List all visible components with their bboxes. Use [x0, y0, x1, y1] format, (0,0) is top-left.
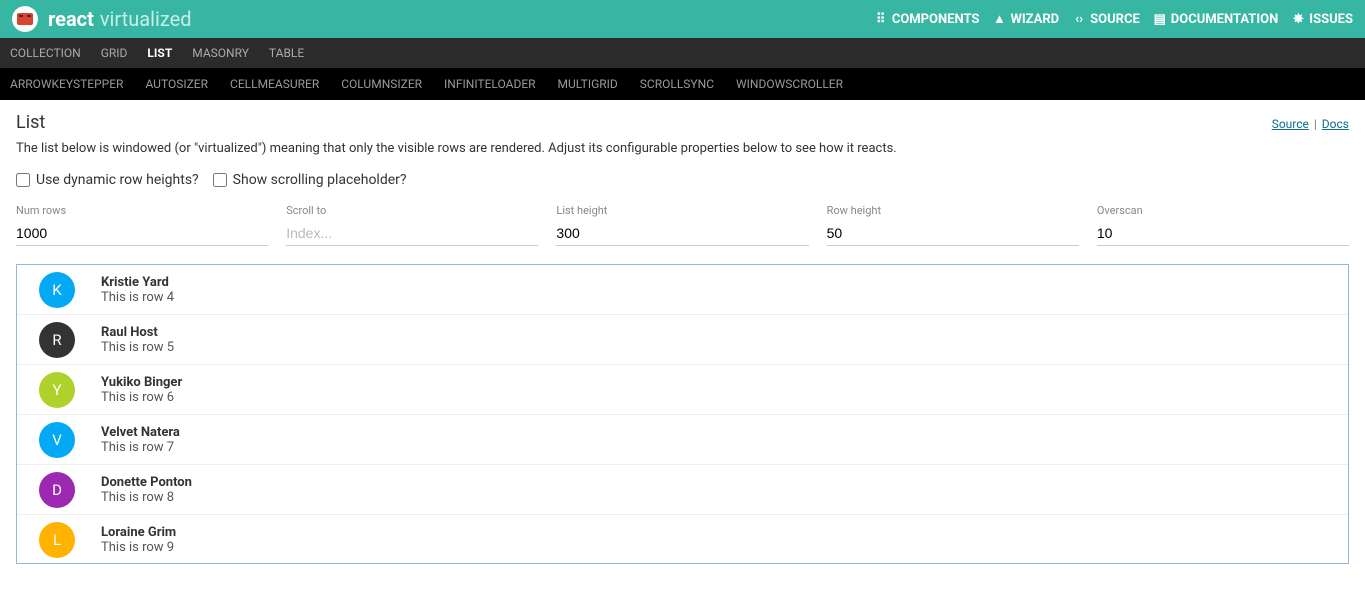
subnav-collection[interactable]: COLLECTION: [10, 46, 81, 60]
row-subtext: This is row 9: [101, 540, 176, 555]
list-row[interactable]: V Velvet NateraThis is row 7: [17, 415, 1348, 465]
subnav-table[interactable]: TABLE: [269, 46, 304, 60]
row-subtext: This is row 5: [101, 340, 174, 355]
issues-icon: ✸: [1292, 13, 1304, 25]
docs-link[interactable]: Docs: [1322, 117, 1349, 131]
docs-icon: ▤: [1154, 13, 1166, 25]
subsubnav-cellmeasurer[interactable]: CELLMEASURER: [230, 77, 319, 91]
nav-label: WIZARD: [1010, 12, 1059, 27]
row-name: Loraine Grim: [101, 525, 176, 540]
fields-row: Num rows Scroll to List height Row heigh…: [16, 204, 1349, 246]
rowheight-label: Row height: [827, 204, 1079, 217]
avatar: K: [39, 272, 75, 308]
subnav-list[interactable]: LIST: [147, 46, 172, 60]
page-title: List: [16, 112, 45, 133]
row-subtext: This is row 8: [101, 490, 192, 505]
scrollto-input[interactable]: [286, 221, 538, 246]
dynamic-row-heights-checkbox[interactable]: [16, 173, 30, 187]
nav-wizard[interactable]: ▲ WIZARD: [993, 12, 1059, 27]
scrolling-placeholder-text: Show scrolling placeholder?: [233, 172, 407, 188]
avatar: D: [39, 472, 75, 508]
nav-label: SOURCE: [1090, 12, 1140, 27]
subnav: COLLECTION GRID LIST MASONRY TABLE: [0, 38, 1365, 68]
row-name: Donette Ponton: [101, 475, 192, 490]
list-row[interactable]: K Kristie YardThis is row 4: [17, 265, 1348, 315]
subnav-grid[interactable]: GRID: [101, 46, 128, 60]
nav-source[interactable]: ‹› SOURCE: [1073, 12, 1140, 27]
nav-label: COMPONENTS: [892, 12, 980, 27]
row-text: Raul HostThis is row 5: [101, 325, 174, 355]
avatar: R: [39, 322, 75, 358]
nav-label: ISSUES: [1309, 12, 1353, 27]
overscan-input[interactable]: [1097, 221, 1349, 246]
header: react virtualized ⠿ COMPONENTS ▲ WIZARD ‹› SO…: [0, 0, 1365, 38]
row-subtext: This is row 4: [101, 290, 174, 305]
row-text: Loraine GrimThis is row 9: [101, 525, 176, 555]
grid-icon: ⠿: [875, 13, 887, 25]
nav-components[interactable]: ⠿ COMPONENTS: [875, 12, 980, 27]
scrollto-label: Scroll to: [286, 204, 538, 217]
avatar: Y: [39, 372, 75, 408]
scrollto-field: Scroll to: [286, 204, 538, 246]
brand: react virtualized: [48, 7, 191, 31]
list-row[interactable]: L Loraine GrimThis is row 9: [17, 515, 1348, 564]
rowheight-input[interactable]: [827, 221, 1079, 246]
scrolling-placeholder-checkbox[interactable]: [213, 173, 227, 187]
listheight-label: List height: [556, 204, 808, 217]
checkbox-row: Use dynamic row heights? Show scrolling …: [16, 172, 1349, 188]
row-name: Kristie Yard: [101, 275, 174, 290]
row-text: Velvet NateraThis is row 7: [101, 425, 180, 455]
subnav-masonry[interactable]: MASONRY: [192, 46, 249, 60]
list-row[interactable]: D Donette PontonThis is row 8: [17, 465, 1348, 515]
virtualized-list[interactable]: KKristie YardThis is row 4RRaul HostThis…: [16, 264, 1349, 564]
brand-secondary: virtualized: [100, 7, 192, 31]
dynamic-row-heights-label[interactable]: Use dynamic row heights?: [16, 172, 199, 188]
source-icon: ‹›: [1073, 13, 1085, 25]
title-links: Source | Docs: [1272, 117, 1349, 131]
subsubnav-scrollsync[interactable]: SCROLLSYNC: [640, 77, 714, 91]
brand-primary: react: [48, 7, 94, 31]
row-name: Raul Host: [101, 325, 174, 340]
list-row[interactable]: Y Yukiko BingerThis is row 6: [17, 365, 1348, 415]
subsubnav: ARROWKEYSTEPPER AUTOSIZER CELLMEASURER COLU…: [0, 68, 1365, 100]
rowheight-field: Row height: [827, 204, 1079, 246]
row-subtext: This is row 6: [101, 390, 182, 405]
dynamic-row-heights-text: Use dynamic row heights?: [36, 172, 199, 188]
logo: [12, 6, 38, 32]
overscan-label: Overscan: [1097, 204, 1349, 217]
nav-label: DOCUMENTATION: [1171, 12, 1279, 27]
scrolling-placeholder-label[interactable]: Show scrolling placeholder?: [213, 172, 407, 188]
listheight-input[interactable]: [556, 221, 808, 246]
list-row[interactable]: R Raul HostThis is row 5: [17, 315, 1348, 365]
subsubnav-arrowkeystepper[interactable]: ARROWKEYSTEPPER: [10, 77, 123, 91]
subsubnav-windowscroller[interactable]: WINDOWSCROLLER: [736, 77, 843, 91]
nav-documentation[interactable]: ▤ DOCUMENTATION: [1154, 12, 1279, 27]
row-name: Yukiko Binger: [101, 375, 182, 390]
row-name: Velvet Natera: [101, 425, 180, 440]
source-link[interactable]: Source: [1272, 117, 1309, 131]
wizard-icon: ▲: [993, 13, 1005, 25]
row-text: Kristie YardThis is row 4: [101, 275, 174, 305]
overscan-field: Overscan: [1097, 204, 1349, 246]
subsubnav-autosizer[interactable]: AUTOSIZER: [145, 77, 208, 91]
numrows-input[interactable]: [16, 221, 268, 246]
row-subtext: This is row 7: [101, 440, 180, 455]
numrows-field: Num rows: [16, 204, 268, 246]
content: List Source | Docs The list below is win…: [0, 100, 1365, 576]
subsubnav-columnsizer[interactable]: COLUMNSIZER: [341, 77, 422, 91]
row-text: Yukiko BingerThis is row 6: [101, 375, 182, 405]
header-nav: ⠿ COMPONENTS ▲ WIZARD ‹› SOURCE ▤ DOCUMENTATION…: [875, 12, 1353, 27]
listheight-field: List height: [556, 204, 808, 246]
nav-issues[interactable]: ✸ ISSUES: [1292, 12, 1353, 27]
page-description: The list below is windowed (or "virtuali…: [16, 141, 1349, 156]
row-text: Donette PontonThis is row 8: [101, 475, 192, 505]
numrows-label: Num rows: [16, 204, 268, 217]
avatar: L: [39, 522, 75, 558]
avatar: V: [39, 422, 75, 458]
subsubnav-multigrid[interactable]: MULTIGRID: [558, 77, 618, 91]
link-separator: |: [1314, 117, 1317, 131]
subsubnav-infiniteloader[interactable]: INFINITELOADER: [444, 77, 536, 91]
